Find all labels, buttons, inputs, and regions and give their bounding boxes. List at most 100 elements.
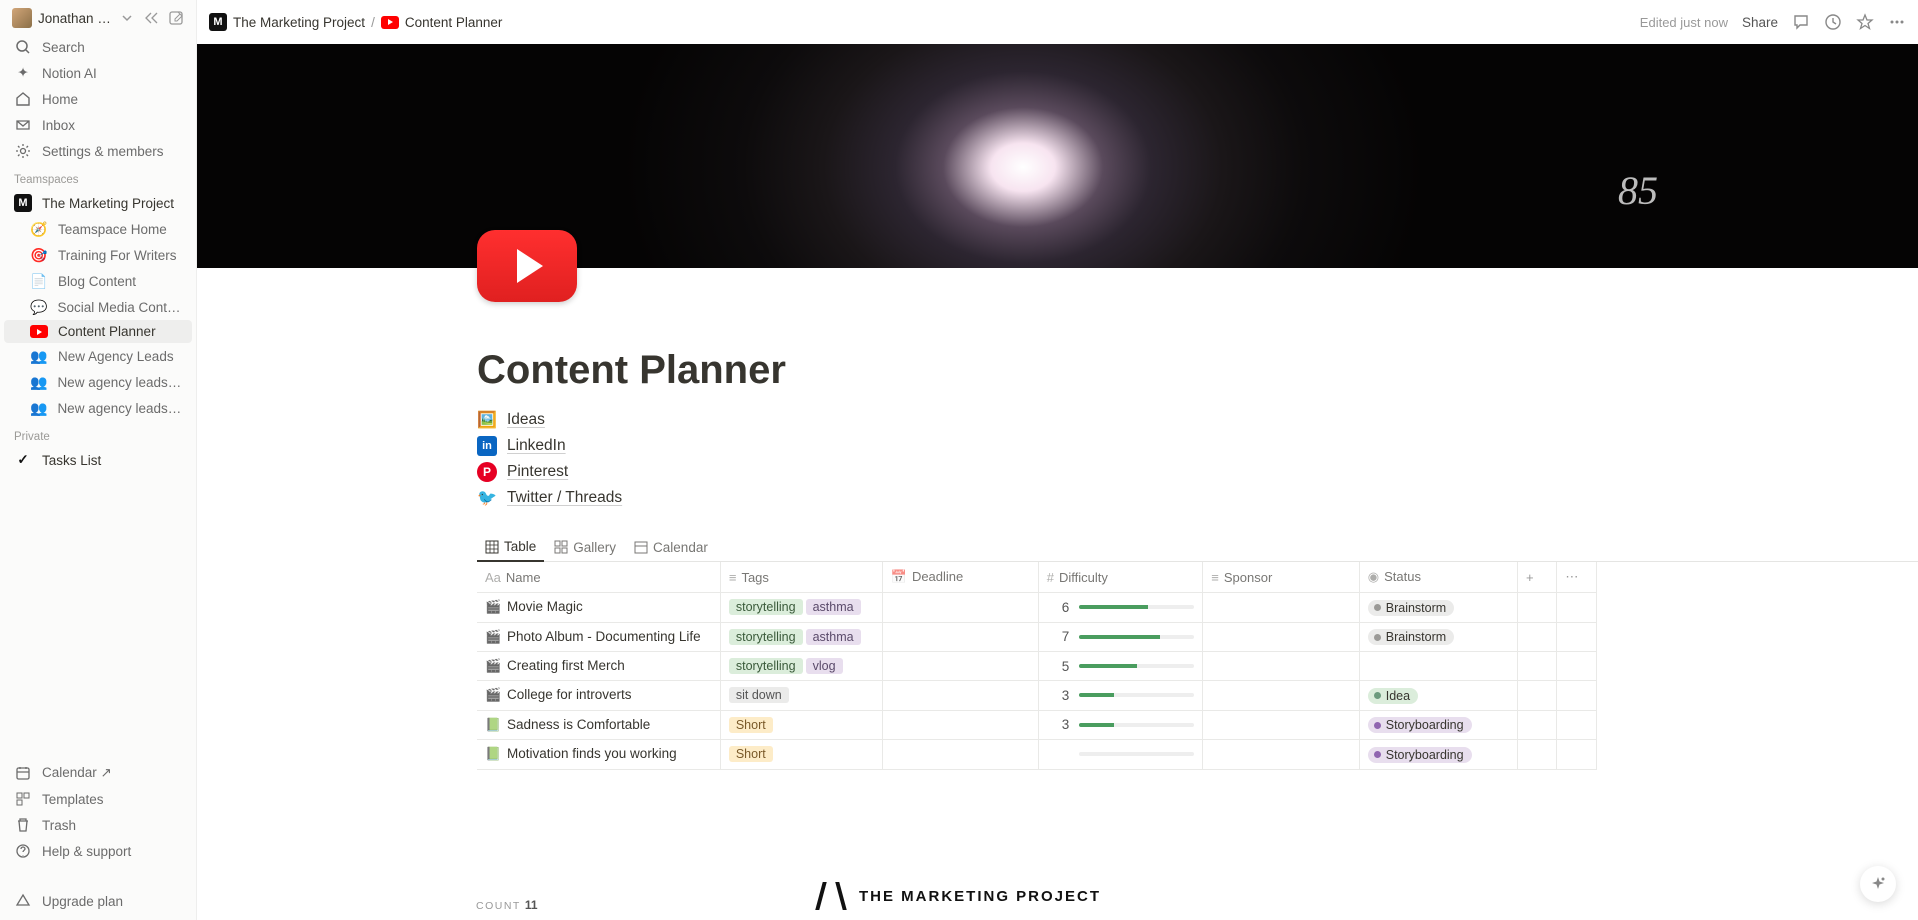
collapse-sidebar-icon[interactable] (144, 11, 158, 25)
home-icon (14, 90, 32, 108)
page-link-twitter-threads[interactable]: 🐦Twitter / Threads (477, 485, 1918, 511)
table-row[interactable]: 🎬Creating first Merchstorytellingvlog5 (477, 652, 1597, 681)
view-tabs: Table Gallery Calendar (477, 533, 1918, 562)
sidebar-settings[interactable]: Settings & members (4, 138, 192, 164)
tab-calendar[interactable]: Calendar (626, 533, 716, 561)
tag[interactable]: vlog (806, 658, 843, 674)
chevron-down-icon[interactable] (122, 13, 132, 23)
share-button[interactable]: Share (1742, 15, 1778, 30)
comments-icon[interactable] (1792, 13, 1810, 31)
row-name: Photo Album - Documenting Life (507, 629, 701, 644)
sidebar-notion-ai[interactable]: ✦ Notion AI (4, 60, 192, 86)
table-row[interactable]: 🎬Movie Magicstorytellingasthma6Brainstor… (477, 593, 1597, 623)
workspace-root[interactable]: M The Marketing Project (4, 190, 192, 216)
tab-gallery[interactable]: Gallery (546, 533, 624, 561)
row-name: Creating first Merch (507, 658, 625, 673)
row-icon: 🎬 (485, 658, 501, 674)
table-row[interactable]: 🎬Photo Album - Documenting Lifestorytell… (477, 622, 1597, 652)
topbar: M The Marketing Project / Content Planne… (197, 0, 1918, 44)
breadcrumb-current[interactable]: Content Planner (405, 15, 503, 30)
difficulty-bar (1079, 752, 1194, 756)
tag[interactable]: Short (729, 746, 773, 762)
sparkle-icon: ✦ (14, 64, 32, 82)
tag[interactable]: storytelling (729, 629, 803, 645)
status-badge[interactable]: Brainstorm (1368, 600, 1454, 616)
pinterest-icon: P (477, 462, 497, 482)
tag[interactable]: sit down (729, 687, 789, 703)
table-row[interactable]: 🎬College for introvertssit down3Idea (477, 681, 1597, 711)
page-emoji-icon: 🧭 (30, 220, 48, 238)
updates-icon[interactable] (1824, 13, 1842, 31)
workspace-icon: M (14, 194, 32, 212)
status-badge[interactable]: Brainstorm (1368, 629, 1454, 645)
tag[interactable]: asthma (806, 599, 861, 615)
difficulty-value: 7 (1057, 629, 1069, 644)
sidebar-tasks-list[interactable]: ✓ Tasks List (4, 447, 192, 473)
breadcrumb: M The Marketing Project / Content Planne… (209, 13, 502, 31)
new-page-icon[interactable] (168, 10, 184, 26)
col-sponsor[interactable]: ≡Sponsor (1203, 562, 1359, 593)
add-column-button[interactable]: + (1518, 562, 1557, 593)
workspace-switcher[interactable]: Jonathan N... (4, 6, 192, 34)
column-more-button[interactable]: ⋯ (1557, 562, 1597, 593)
more-icon[interactable] (1888, 13, 1906, 31)
ai-assistant-button[interactable] (1860, 866, 1896, 902)
status-badge[interactable]: Storyboarding (1368, 747, 1472, 763)
sidebar-page-7[interactable]: 👥New agency leads [conte... (4, 395, 192, 421)
brand-footer: THE MARKETING PROJECT (817, 882, 1101, 910)
tag[interactable]: storytelling (729, 658, 803, 674)
col-difficulty[interactable]: #Difficulty (1038, 562, 1203, 593)
col-name[interactable]: AaName (477, 562, 720, 593)
database-table: AaName ≡Tags 📅Deadline #Difficulty ≡Spon… (477, 562, 1597, 770)
table-row[interactable]: 📗Motivation finds you workingShortStoryb… (477, 740, 1597, 770)
difficulty-bar (1079, 664, 1194, 668)
sidebar-inbox[interactable]: Inbox (4, 112, 192, 138)
sidebar-page-2[interactable]: 📄Blog Content (4, 268, 192, 294)
sidebar-trash[interactable]: Trash (4, 812, 192, 838)
private-label: Private (4, 421, 192, 447)
sidebar-page-4[interactable]: Content Planner (4, 320, 192, 343)
tag[interactable]: asthma (806, 629, 861, 645)
sidebar-calendar[interactable]: Calendar ↗ (4, 760, 192, 786)
sidebar-page-5[interactable]: 👥New Agency Leads (4, 343, 192, 369)
page-emoji-icon: 👥 (30, 347, 48, 365)
page-icon-youtube[interactable] (477, 230, 577, 302)
sidebar-page-1[interactable]: 🎯Training For Writers (4, 242, 192, 268)
status-badge[interactable]: Storyboarding (1368, 717, 1472, 733)
cover-image[interactable] (197, 44, 1918, 268)
page-title[interactable]: Content Planner (477, 348, 1918, 393)
page-link-pinterest[interactable]: PPinterest (477, 459, 1918, 485)
ideas-icon: 🖼️ (477, 410, 497, 430)
sidebar-page-0[interactable]: 🧭Teamspace Home (4, 216, 192, 242)
gear-icon (14, 142, 32, 160)
sidebar-templates[interactable]: Templates (4, 786, 192, 812)
page-link-ideas[interactable]: 🖼️Ideas (477, 407, 1918, 433)
difficulty-bar (1079, 723, 1194, 727)
linkedin-icon: in (477, 436, 497, 456)
table-row[interactable]: 📗Sadness is ComfortableShort3Storyboardi… (477, 710, 1597, 740)
tab-table[interactable]: Table (477, 533, 544, 562)
page-link-linkedin[interactable]: inLinkedIn (477, 433, 1918, 459)
status-badge[interactable]: Idea (1368, 688, 1418, 704)
row-name: Movie Magic (507, 599, 583, 614)
sidebar-page-6[interactable]: 👥New agency leads [blog... (4, 369, 192, 395)
difficulty-bar (1079, 605, 1194, 609)
sidebar-help[interactable]: Help & support (4, 838, 192, 864)
templates-icon (14, 790, 32, 808)
sidebar-search[interactable]: Search (4, 34, 192, 60)
col-status[interactable]: ◉Status (1359, 562, 1517, 593)
row-name: College for introverts (507, 687, 632, 702)
sidebar-page-3[interactable]: 💬Social Media Content (4, 294, 192, 320)
count-label: COUNT11 (476, 898, 538, 912)
sidebar-upgrade[interactable]: Upgrade plan (4, 888, 192, 914)
tag[interactable]: storytelling (729, 599, 803, 615)
col-tags[interactable]: ≡Tags (720, 562, 882, 593)
col-deadline[interactable]: 📅Deadline (882, 562, 1038, 593)
page-emoji-icon: 👥 (30, 373, 47, 391)
tag[interactable]: Short (729, 717, 773, 733)
favorite-icon[interactable] (1856, 13, 1874, 31)
breadcrumb-parent[interactable]: The Marketing Project (233, 15, 365, 30)
sidebar-home[interactable]: Home (4, 86, 192, 112)
calendar-icon (14, 764, 32, 782)
page-emoji-icon: 📄 (30, 272, 48, 290)
